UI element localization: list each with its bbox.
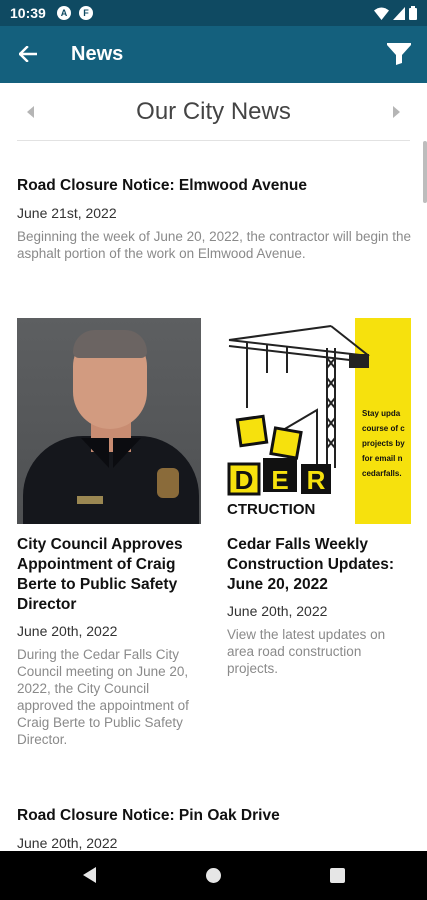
article-date: June 20th, 2022 bbox=[17, 835, 118, 851]
portrait-name-pin bbox=[77, 496, 103, 504]
scrollbar[interactable] bbox=[423, 141, 427, 203]
recents-square-icon[interactable] bbox=[330, 868, 345, 883]
portrait-hair bbox=[73, 330, 147, 358]
notification-badge-a: A bbox=[57, 6, 71, 20]
article-date: June 20th, 2022 bbox=[227, 603, 328, 619]
status-time: 10:39 bbox=[10, 5, 46, 21]
article-excerpt: Beginning the week of June 20, 2022, the… bbox=[17, 229, 412, 261]
image-side-line: cedarfalls. bbox=[362, 469, 402, 478]
image-side-line: for email n bbox=[362, 454, 403, 463]
section-title: Our City News bbox=[136, 98, 291, 125]
article-image[interactable]: DER Stay upda course of c projects by fo… bbox=[227, 318, 411, 524]
article-date: June 20th, 2022 bbox=[17, 623, 118, 639]
sign-letter: E bbox=[271, 465, 288, 495]
status-icons bbox=[374, 6, 417, 20]
news-card[interactable]: City Council Approves Appointment of Cra… bbox=[17, 318, 201, 748]
image-side-line: projects by bbox=[362, 439, 405, 448]
sign-letter: R bbox=[307, 465, 326, 495]
notification-badge-f: F bbox=[79, 6, 93, 20]
image-side-line: course of c bbox=[362, 424, 405, 433]
article-title[interactable]: Cedar Falls Weekly Construction Updates:… bbox=[227, 535, 411, 595]
news-article[interactable]: Road Closure Notice: Pin Oak Drive June … bbox=[17, 806, 412, 851]
home-circle-icon[interactable] bbox=[206, 868, 221, 883]
app-bar: News bbox=[0, 26, 427, 83]
article-excerpt: View the latest updates on area road con… bbox=[227, 627, 386, 676]
portrait-collar bbox=[81, 438, 109, 468]
system-nav-bar bbox=[0, 851, 427, 900]
status-bar: 10:39 A F bbox=[0, 0, 427, 26]
article-image[interactable] bbox=[17, 318, 201, 524]
article-title[interactable]: Road Closure Notice: Elmwood Avenue bbox=[17, 176, 412, 196]
sign-letter: D bbox=[235, 465, 254, 495]
news-card[interactable]: DER Stay upda course of c projects by fo… bbox=[227, 318, 411, 677]
news-feed[interactable]: Our City News Road Closure Notice: Elmwo… bbox=[0, 83, 427, 851]
back-triangle-icon[interactable] bbox=[83, 867, 96, 883]
article-title[interactable]: Road Closure Notice: Pin Oak Drive bbox=[17, 806, 412, 826]
battery-icon bbox=[409, 6, 417, 20]
article-title[interactable]: City Council Approves Appointment of Cra… bbox=[17, 535, 201, 615]
article-date: June 21st, 2022 bbox=[17, 205, 117, 221]
signal-icon bbox=[393, 6, 405, 20]
news-article[interactable]: Road Closure Notice: Elmwood Avenue June… bbox=[17, 176, 412, 262]
app-title: News bbox=[71, 43, 124, 65]
back-button[interactable] bbox=[12, 38, 44, 70]
article-excerpt: During the Cedar Falls City Council meet… bbox=[17, 647, 189, 747]
image-side-line: Stay upda bbox=[362, 409, 401, 418]
portrait-badge bbox=[157, 468, 179, 498]
filter-icon bbox=[387, 43, 411, 65]
image-side-text: Stay upda course of c projects by for em… bbox=[362, 406, 410, 481]
filter-button[interactable] bbox=[383, 38, 415, 70]
portrait-collar bbox=[113, 438, 141, 468]
image-banner-text: CTRUCTION bbox=[227, 500, 353, 520]
section-header: Our City News bbox=[17, 83, 410, 141]
arrow-left-icon bbox=[19, 46, 37, 62]
next-arrow-icon[interactable] bbox=[393, 106, 400, 118]
wifi-icon bbox=[374, 7, 389, 20]
